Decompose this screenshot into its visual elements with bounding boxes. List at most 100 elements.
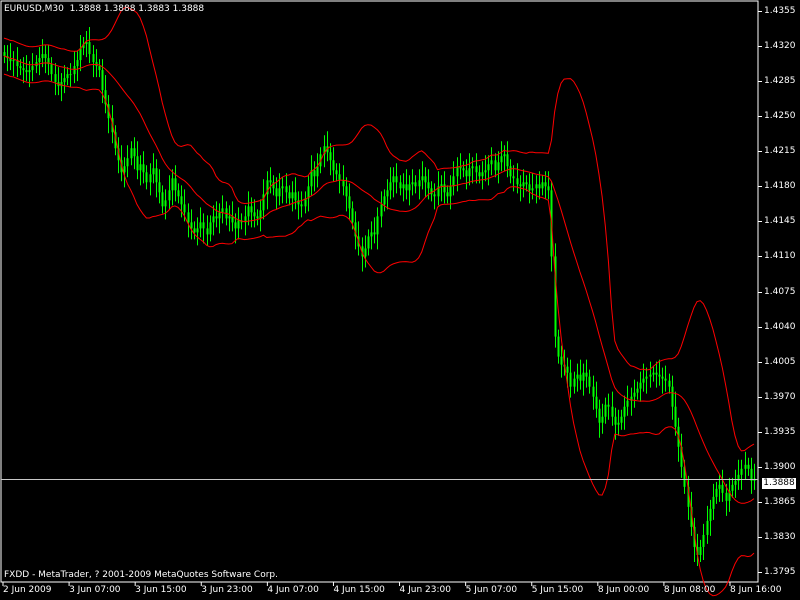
candle-body	[519, 184, 522, 187]
candle-body	[547, 186, 550, 191]
y-tick-label: 1.4005	[764, 356, 796, 367]
x-tick-label: 3 Jun 15:00	[135, 585, 187, 595]
candle-body	[145, 172, 148, 183]
candle-body	[633, 392, 636, 397]
candle-body	[367, 236, 370, 249]
candle-body	[63, 78, 66, 83]
candle-body	[69, 74, 72, 76]
candle-body	[38, 58, 41, 63]
candle-body	[614, 416, 617, 425]
candle-body	[342, 180, 345, 187]
candle-body	[626, 400, 629, 407]
x-tick-label: 8 Jun 00:00	[597, 585, 650, 595]
candle-body	[237, 220, 240, 229]
candle-body	[199, 222, 202, 229]
candle-body	[348, 196, 351, 209]
candle-body	[598, 408, 601, 423]
y-tick-label: 1.4355	[764, 6, 796, 17]
candle-body	[161, 192, 164, 207]
candle-body	[560, 356, 563, 365]
candle-body	[607, 404, 610, 407]
candle-body	[531, 188, 534, 191]
candle-body	[642, 378, 645, 383]
candle-body	[481, 172, 484, 177]
y-tick-label: 1.4040	[764, 321, 796, 332]
candle-body	[76, 60, 79, 67]
candle-body	[278, 188, 281, 197]
candle-body	[544, 182, 547, 187]
chart-header: EURUSD,M30 1.3888 1.3888 1.3883 1.3888	[4, 4, 204, 15]
candle-body	[221, 208, 224, 213]
candle-body	[380, 204, 383, 217]
candle-body	[155, 168, 158, 183]
candle-body	[130, 148, 133, 159]
candle-body	[152, 168, 155, 175]
candle-body	[569, 372, 572, 387]
candle-body	[500, 156, 503, 163]
candle-body	[671, 386, 674, 407]
candle-body	[620, 416, 623, 423]
candle-body	[592, 386, 595, 397]
candle-body	[376, 216, 379, 235]
candle-body	[715, 488, 718, 497]
candle-body	[452, 176, 455, 187]
x-tick-label: 4 Jun 07:00	[267, 585, 319, 595]
candle-body	[395, 176, 398, 183]
candle-body	[329, 152, 332, 161]
y-tick-label: 1.4075	[764, 286, 796, 297]
ohlc-readout: 1.3888 1.3888 1.3883 1.3888	[69, 4, 205, 14]
candle-body	[446, 192, 449, 197]
candle-body	[31, 66, 34, 71]
candle-body	[234, 222, 237, 229]
candle-body	[585, 372, 588, 377]
candle-body	[487, 164, 490, 171]
candle-body	[332, 160, 335, 171]
candle-body	[617, 422, 620, 425]
candle-body	[202, 222, 205, 229]
candle-body	[402, 184, 405, 189]
candle-body	[573, 378, 576, 387]
x-tick-label: 3 Jun 07:00	[69, 585, 121, 595]
candle-body	[22, 68, 25, 71]
candle-body	[351, 208, 354, 223]
y-tick-label: 1.4180	[764, 181, 796, 192]
candle-body	[557, 336, 560, 357]
candle-body	[310, 170, 313, 187]
candle-body	[731, 484, 734, 491]
candle-body	[288, 192, 291, 199]
candle-body	[386, 190, 389, 197]
candle-body	[193, 228, 196, 233]
candle-body	[449, 186, 452, 197]
candle-body	[652, 372, 655, 375]
price-chart	[0, 0, 800, 600]
candle-body	[44, 54, 47, 59]
candle-body	[364, 248, 367, 257]
candle-body	[668, 380, 671, 387]
candle-body	[206, 228, 209, 235]
candle-body	[275, 188, 278, 197]
candle-body	[215, 216, 218, 219]
candle-body	[164, 200, 167, 207]
candle-body	[41, 54, 44, 59]
candle-body	[370, 232, 373, 237]
x-tick-label: 5 Jun 15:00	[531, 585, 584, 595]
candle-body	[392, 176, 395, 183]
candle-body	[405, 184, 408, 191]
candle-body	[418, 180, 421, 187]
candle-body	[494, 160, 497, 171]
candle-body	[661, 376, 664, 379]
candle-body	[478, 172, 481, 177]
candle-body	[655, 372, 658, 375]
candle-body	[183, 204, 186, 213]
candle-body	[300, 204, 303, 207]
candle-body	[471, 166, 474, 169]
candle-body	[649, 374, 652, 377]
candle-body	[212, 216, 215, 223]
candle-body	[506, 154, 509, 167]
x-tick-label: 4 Jun 15:00	[333, 585, 385, 595]
candle-body	[512, 176, 515, 179]
candle-body	[54, 74, 57, 83]
candle-body	[313, 170, 316, 177]
candle-body	[171, 178, 174, 191]
candle-body	[538, 184, 541, 189]
